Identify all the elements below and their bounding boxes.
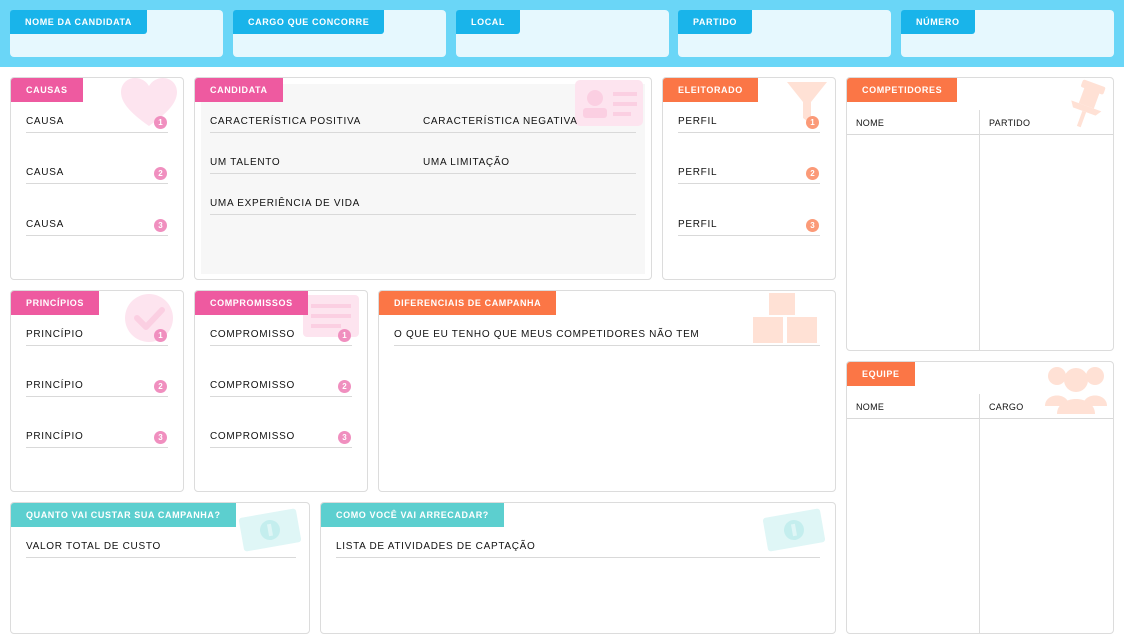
candidata-line[interactable] xyxy=(210,214,636,215)
candidata-panel xyxy=(201,84,645,274)
perfil-label: PERFIL xyxy=(678,116,718,127)
field-local[interactable]: LOCAL xyxy=(456,10,669,57)
perfil-label: PERFIL xyxy=(678,167,718,178)
heart-icon xyxy=(121,78,177,126)
card-eleitorado[interactable]: ELEITORADO PERFIL 1 PERFIL 2 PERFIL 3 xyxy=(662,77,836,280)
arrecadar-label: LISTA DE ATIVIDADES DE CAPTAÇÃO xyxy=(336,541,536,552)
compromisso-number: 3 xyxy=(338,431,351,444)
card-title: EQUIPE xyxy=(847,362,915,386)
column-header-nome: NOME xyxy=(856,402,885,412)
compromisso-label: COMPROMISSO xyxy=(210,380,295,391)
candidata-line[interactable] xyxy=(210,173,636,174)
card-compromissos[interactable]: COMPROMISSOS COMPROMISSO 1 COMPROMISSO 2… xyxy=(194,290,368,492)
compromisso-line[interactable] xyxy=(210,345,352,346)
field-label: LOCAL xyxy=(456,10,520,34)
perfil-number: 2 xyxy=(806,167,819,180)
causa-label: CAUSA xyxy=(26,116,64,127)
card-equipe[interactable]: EQUIPE NOME CARGO xyxy=(846,361,1114,634)
causa-label: CAUSA xyxy=(26,219,64,230)
principio-label: PRINCÍPIO xyxy=(26,329,84,340)
perfil-line[interactable] xyxy=(678,183,820,184)
perfil-label: PERFIL xyxy=(678,219,718,230)
perfil-line[interactable] xyxy=(678,235,820,236)
perfil-number: 1 xyxy=(806,116,819,129)
principio-label: PRINCÍPIO xyxy=(26,431,84,442)
principio-number: 3 xyxy=(154,431,167,444)
field-label: NÚMERO xyxy=(901,10,975,34)
card-diferenciais[interactable]: DIFERENCIAIS DE CAMPANHA O QUE EU TENHO … xyxy=(378,290,836,492)
perfil-number: 3 xyxy=(806,219,819,232)
principio-number: 1 xyxy=(154,329,167,342)
candidata-line[interactable] xyxy=(210,132,636,133)
pushpin-icon xyxy=(1071,79,1106,128)
field-nome-candidata[interactable]: NOME DA CANDIDATA xyxy=(10,10,223,57)
field-cargo[interactable]: CARGO QUE CONCORRE xyxy=(233,10,446,57)
list-icon xyxy=(303,295,359,337)
diferenciais-label: O QUE EU TENHO QUE MEUS COMPETIDORES NÃO… xyxy=(394,329,700,340)
principio-label: PRINCÍPIO xyxy=(26,380,84,391)
compromisso-label: COMPROMISSO xyxy=(210,431,295,442)
causa-number: 2 xyxy=(154,167,167,180)
card-title: COMPETIDORES xyxy=(847,78,958,102)
compromisso-line[interactable] xyxy=(210,447,352,448)
custo-label: VALOR TOTAL DE CUSTO xyxy=(26,541,161,552)
card-title: ELEITORADO xyxy=(663,78,758,102)
negativa-label: CARACTERÍSTICA NEGATIVA xyxy=(423,116,578,127)
arrecadar-line[interactable] xyxy=(336,557,820,558)
check-icon xyxy=(125,294,173,342)
card-causas[interactable]: CAUSAS CAUSA 1 CAUSA 2 CAUSA 3 xyxy=(10,77,184,280)
causa-line[interactable] xyxy=(26,132,168,133)
card-title: CAUSAS xyxy=(11,78,83,102)
header-bar: NOME DA CANDIDATA CARGO QUE CONCORRE LOC… xyxy=(0,0,1124,67)
card-custo[interactable]: QUANTO VAI CUSTAR SUA CAMPANHA? VALOR TO… xyxy=(10,502,310,634)
people-icon xyxy=(1045,367,1107,414)
compromisso-number: 2 xyxy=(338,380,351,393)
principio-line[interactable] xyxy=(26,447,168,448)
card-title: PRINCÍPIOS xyxy=(11,291,100,315)
principio-number: 2 xyxy=(154,380,167,393)
causa-label: CAUSA xyxy=(26,167,64,178)
field-label: PARTIDO xyxy=(678,10,753,34)
causa-line[interactable] xyxy=(26,183,168,184)
card-arrecadar[interactable]: COMO VOCÊ VAI ARRECADAR? LISTA DE ATIVID… xyxy=(320,502,836,634)
card-title: CANDIDATA xyxy=(195,78,283,102)
banknote-icon xyxy=(238,508,302,552)
field-numero[interactable]: NÚMERO xyxy=(901,10,1114,57)
experiencia-label: UMA EXPERIÊNCIA DE VIDA xyxy=(210,198,361,209)
diferenciais-line[interactable] xyxy=(394,345,820,346)
field-partido[interactable]: PARTIDO xyxy=(678,10,891,57)
positiva-label: CARACTERÍSTICA POSITIVA xyxy=(210,116,361,127)
card-competidores[interactable]: COMPETIDORES NOME PARTIDO xyxy=(846,77,1114,351)
principio-line[interactable] xyxy=(26,345,168,346)
column-header-nome: NOME xyxy=(856,118,885,128)
banknote-icon xyxy=(762,508,826,552)
perfil-line[interactable] xyxy=(678,132,820,133)
table-header-line xyxy=(847,418,1113,419)
causa-number: 1 xyxy=(154,116,167,129)
card-title: COMPROMISSOS xyxy=(195,291,308,315)
column-divider xyxy=(979,394,980,633)
compromisso-number: 1 xyxy=(338,329,351,342)
compromisso-line[interactable] xyxy=(210,396,352,397)
card-title: DIFERENCIAIS DE CAMPANHA xyxy=(379,291,557,315)
limitacao-label: UMA LIMITAÇÃO xyxy=(423,157,510,168)
boxes-icon xyxy=(753,293,817,343)
card-title: QUANTO VAI CUSTAR SUA CAMPANHA? xyxy=(11,503,236,527)
compromisso-label: COMPROMISSO xyxy=(210,329,295,340)
card-principios[interactable]: PRINCÍPIOS PRINCÍPIO 1 PRINCÍPIO 2 PRINC… xyxy=(10,290,184,492)
principio-line[interactable] xyxy=(26,396,168,397)
column-divider xyxy=(979,110,980,350)
causa-number: 3 xyxy=(154,219,167,232)
table-header-line xyxy=(847,134,1113,135)
field-label: NOME DA CANDIDATA xyxy=(10,10,148,34)
card-title: COMO VOCÊ VAI ARRECADAR? xyxy=(321,503,504,527)
talento-label: UM TALENTO xyxy=(210,157,281,168)
card-candidata[interactable]: CANDIDATA CARACTERÍSTICA POSITIVA CARACT… xyxy=(194,77,652,280)
column-header-cargo: CARGO xyxy=(989,402,1024,412)
causa-line[interactable] xyxy=(26,235,168,236)
field-label: CARGO QUE CONCORRE xyxy=(233,10,385,34)
column-header-partido: PARTIDO xyxy=(989,118,1031,128)
custo-line[interactable] xyxy=(26,557,296,558)
